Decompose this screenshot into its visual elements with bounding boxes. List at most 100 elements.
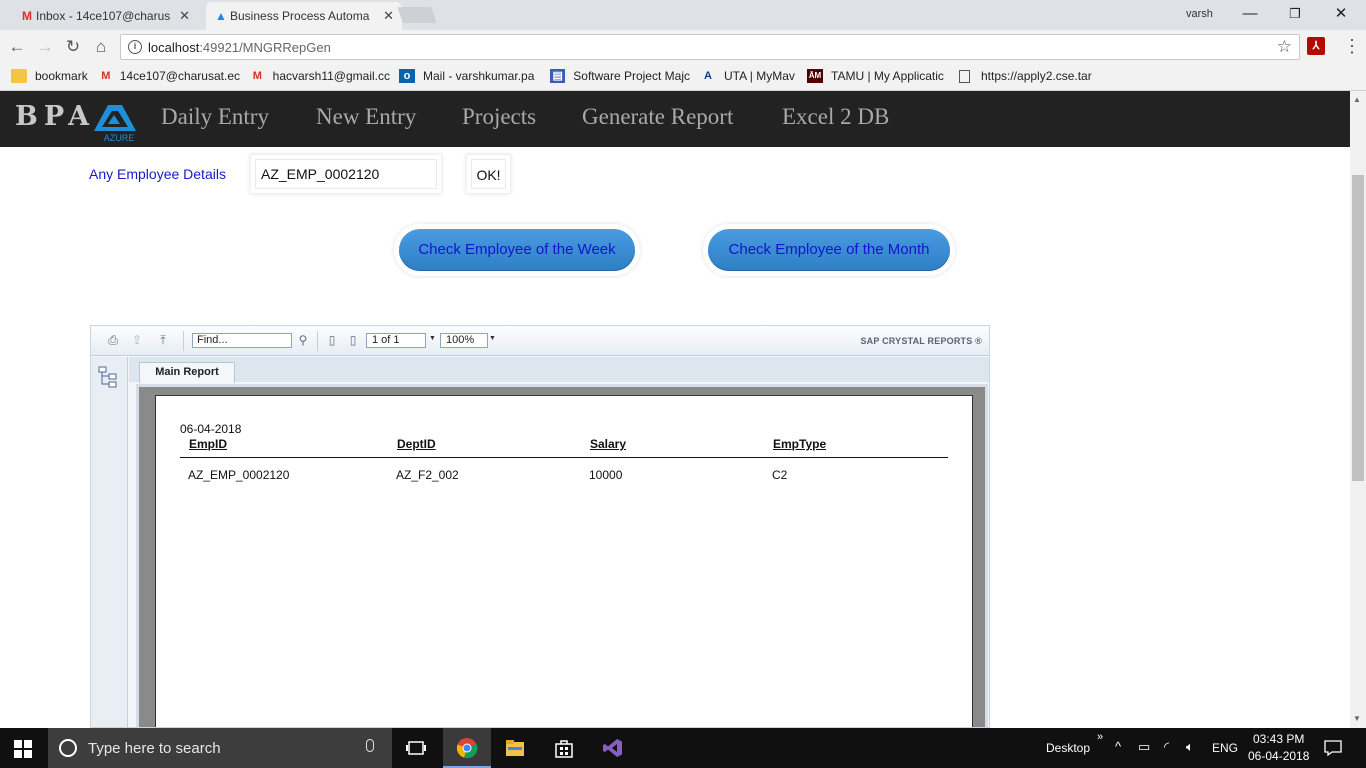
browser-toolbar: ← → ↻ ⌂ i localhost:49921/MNGRRepGen ☆ — [0, 30, 1366, 64]
nav-projects[interactable]: Projects — [462, 104, 536, 130]
binoculars-icon[interactable]: ⚲ — [295, 333, 311, 347]
show-hidden-icons-icon[interactable]: ^ — [1115, 739, 1121, 754]
reload-icon[interactable]: ↻ — [62, 36, 84, 58]
bookmark-item[interactable]: M 14ce107@charusat.ec — [100, 69, 240, 83]
zoom-selector[interactable]: 100% — [440, 333, 488, 348]
tab-inbox[interactable]: M Inbox - 14ce107@charus ✕ — [12, 2, 198, 30]
nav-new-entry[interactable]: New Entry — [316, 104, 416, 130]
scrollbar-thumb[interactable] — [1352, 175, 1364, 481]
crystal-brand: SAP CRYSTAL REPORTS ® — [860, 336, 982, 346]
back-icon[interactable]: ← — [6, 36, 28, 58]
minimize-icon[interactable]: — — [1239, 4, 1261, 24]
page-dropdown-icon[interactable]: ▼ — [429, 335, 436, 342]
nav-excel-2-db[interactable]: Excel 2 DB — [782, 104, 889, 130]
taskbar-search-box[interactable]: Type here to search — [48, 728, 392, 768]
azure-icon: ▲ — [215, 9, 227, 23]
clock-date[interactable]: 06-04-2018 — [1248, 749, 1309, 763]
page-scrollbar[interactable]: ▲ ▼ — [1350, 91, 1366, 728]
url-text[interactable]: localhost:49921/MNGRRepGen — [148, 40, 331, 55]
uta-icon: A — [704, 70, 712, 82]
bookmark-item[interactable]: ĀM TAMU | My Applicatic — [807, 69, 947, 83]
table-cell-empid: AZ_EMP_0002120 — [188, 468, 290, 482]
taskbar-visual-studio[interactable] — [589, 728, 637, 768]
close-icon[interactable]: ✕ — [383, 8, 394, 24]
report-page: 06-04-2018 EmpID DeptID Salary EmpType A… — [155, 395, 973, 727]
clock-time[interactable]: 03:43 PM — [1253, 732, 1304, 746]
report-canvas: 06-04-2018 EmpID DeptID Salary EmpType A… — [136, 384, 988, 727]
bookmark-item[interactable]: https://apply2.cse.tar — [957, 69, 1097, 83]
pdf-extension-icon[interactable]: ⅄ — [1307, 37, 1325, 55]
ok-button[interactable]: OK! — [471, 159, 506, 189]
column-header-deptid: DeptID — [397, 437, 436, 451]
employee-id-field-wrapper — [250, 154, 442, 194]
bookmark-label: hacvarsh11@gmail.cc — [272, 69, 390, 83]
address-bar[interactable]: i localhost:49921/MNGRRepGen ☆ — [120, 34, 1300, 60]
wifi-icon[interactable]: ◜ — [1164, 739, 1169, 755]
bookmark-label: Mail - varshkumar.pa — [423, 69, 535, 83]
windows-start-icon[interactable] — [14, 740, 32, 758]
nav-daily-entry[interactable]: Daily Entry — [161, 104, 269, 130]
report-date: 06-04-2018 — [180, 422, 242, 436]
close-icon[interactable]: ✕ — [179, 8, 190, 24]
close-window-icon[interactable]: ✕ — [1330, 4, 1352, 24]
print-icon[interactable]: ⎙ — [105, 333, 121, 347]
scroll-up-icon[interactable]: ▲ — [1353, 95, 1361, 104]
window-user-name[interactable]: varsh — [1186, 8, 1213, 20]
page-selector[interactable]: 1 of 1 — [366, 333, 426, 348]
taskbar-chrome[interactable] — [443, 728, 491, 768]
first-page-icon[interactable]: ▯ — [324, 333, 340, 347]
export-icon[interactable]: ⇪ — [129, 333, 145, 347]
desktop-toolbar-label[interactable]: Desktop — [1046, 741, 1090, 755]
zoom-dropdown-icon[interactable]: ▼ — [489, 335, 496, 342]
visual-studio-icon — [603, 739, 622, 757]
folder-icon — [506, 740, 524, 756]
new-tab-button[interactable] — [397, 7, 437, 23]
forward-icon[interactable]: → — [34, 36, 56, 58]
taskbar-file-explorer[interactable] — [491, 728, 539, 768]
scroll-down-icon[interactable]: ▼ — [1353, 714, 1361, 723]
action-center-icon[interactable] — [1324, 739, 1342, 757]
group-tree-icon[interactable] — [98, 366, 118, 388]
brand-title[interactable]: BPA — [15, 101, 95, 132]
upload-icon[interactable]: ⤒ — [155, 333, 171, 347]
battery-icon[interactable]: ▭ — [1138, 739, 1150, 755]
bookmark-item[interactable]: ▤ Software Project Majc — [550, 69, 690, 83]
nav-generate-report[interactable]: Generate Report — [582, 104, 733, 130]
bookmark-item[interactable]: o Mail - varshkumar.pa — [399, 69, 539, 83]
tab-main-report[interactable]: Main Report — [139, 362, 235, 383]
browser-menu-icon[interactable]: ⋮ — [1343, 36, 1361, 56]
check-employee-of-month-button[interactable]: Check Employee of the Month — [708, 229, 950, 271]
employee-id-input[interactable] — [255, 159, 437, 189]
volume-icon[interactable]: 🔈︎ — [1186, 739, 1194, 755]
microphone-icon[interactable] — [366, 739, 374, 752]
find-input[interactable]: Find... — [192, 333, 292, 348]
check-employee-of-week-button[interactable]: Check Employee of the Week — [399, 229, 635, 271]
tab-business-process[interactable]: ▲ Business Process Automa ✕ — [206, 2, 402, 30]
toolbar-expand-icon[interactable]: » — [1097, 731, 1103, 743]
table-cell-deptid: AZ_F2_002 — [396, 468, 459, 482]
month-button-wrapper: Check Employee of the Month — [703, 224, 955, 276]
bookmark-item[interactable]: M hacvarsh11@gmail.cc — [250, 69, 390, 83]
task-view-button[interactable] — [392, 728, 440, 768]
info-icon[interactable]: i — [128, 40, 142, 54]
report-toolbar: ⎙ ⇪ ⤒ Find... ⚲ ▯ ▯ 1 of 1 ▼ 100% ▼ SAP … — [91, 326, 989, 356]
toolbar-separator — [183, 331, 184, 351]
language-indicator[interactable]: ENG — [1212, 741, 1238, 755]
bookmark-item[interactable]: bookmark — [11, 69, 91, 83]
bookmark-star-icon[interactable]: ☆ — [1277, 37, 1292, 57]
home-icon[interactable]: ⌂ — [90, 36, 112, 58]
taskbar-store[interactable] — [540, 728, 588, 768]
azure-logo[interactable]: AZURE — [90, 97, 148, 143]
ok-button-wrapper: OK! — [466, 154, 511, 194]
app-navbar: BPA AZURE Daily Entry New Entry Projects… — [0, 91, 1350, 147]
bookmark-item[interactable]: A UTA | MyMav — [700, 69, 796, 83]
tab-label: Business Process Automa — [230, 9, 370, 23]
bookmark-label: TAMU | My Applicatic — [831, 69, 944, 83]
outlook-icon: o — [399, 69, 415, 83]
windows-taskbar: Type here to search Desktop » ^ ▭ ◜ 🔈︎ E… — [0, 728, 1366, 768]
restore-icon[interactable]: ❐ — [1284, 4, 1306, 24]
bookmark-label: UTA | MyMav — [724, 69, 795, 83]
prev-page-icon[interactable]: ▯ — [345, 333, 361, 347]
column-header-salary: Salary — [590, 437, 627, 451]
calendar-icon: ▤ — [550, 69, 566, 83]
